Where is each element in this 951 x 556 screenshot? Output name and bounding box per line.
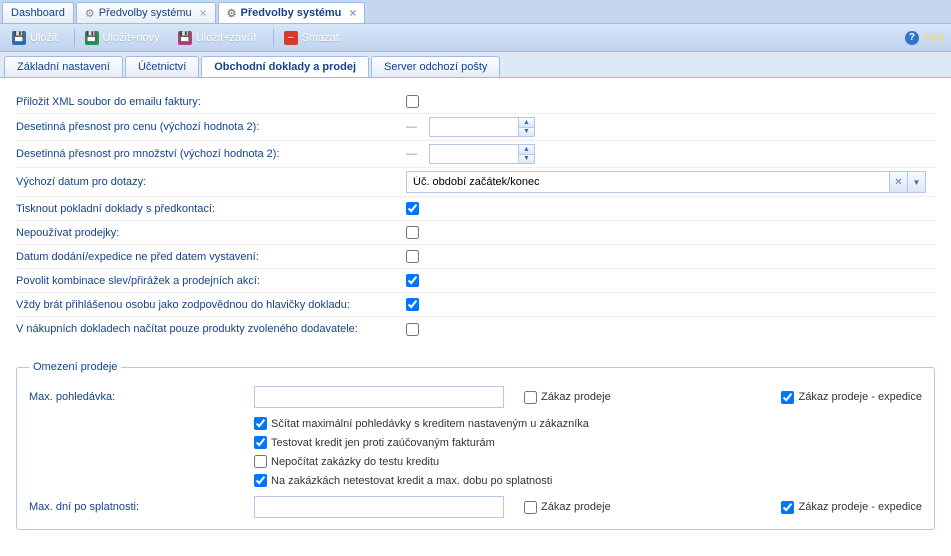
chevron-down-icon[interactable]: ▼ xyxy=(908,171,926,193)
close-icon[interactable]: × xyxy=(200,6,207,20)
checkbox-label: Na zakázkách netestovat kredit a max. do… xyxy=(271,475,552,487)
save-close-icon: 💾 xyxy=(178,31,192,45)
combo-default-date[interactable]: ✕ ▼ xyxy=(406,171,926,193)
faq-link[interactable]: ? FAQ xyxy=(905,31,945,45)
checkbox-allow-discounts[interactable] xyxy=(406,274,419,287)
spinner-qty-precision[interactable]: ▲ ▼ xyxy=(429,144,535,164)
tab-sales-docs[interactable]: Obchodní doklady a prodej xyxy=(201,56,369,77)
tab-accounting[interactable]: Účetnictví xyxy=(125,56,199,77)
dash: — xyxy=(406,121,417,133)
help-icon: ? xyxy=(905,31,919,45)
chevron-down-icon[interactable]: ▼ xyxy=(519,128,534,137)
checkbox-no-count[interactable] xyxy=(254,455,267,468)
checkbox-sum-max[interactable] xyxy=(254,417,267,430)
checkbox-label: Sčítat maximální pohledávky s kreditem n… xyxy=(271,418,589,430)
gear-icon: ⚙ xyxy=(85,7,95,20)
checkbox-no-prodejky[interactable] xyxy=(406,226,419,239)
settings-panel: Přiložit XML soubor do emailu faktury: D… xyxy=(0,78,951,556)
label-max-claim: Max. pohledávka: xyxy=(29,391,254,403)
checkbox-sum-max-wrap[interactable]: Sčítat maximální pohledávky s kreditem n… xyxy=(254,417,922,430)
checkbox-ban-sale2-wrap[interactable]: Zákaz prodeje xyxy=(524,501,611,514)
save-icon: 💾 xyxy=(12,31,26,45)
input-max-claim[interactable] xyxy=(254,386,504,408)
label-allow-discounts: Povolit kombinace slev/přirážek a prodej… xyxy=(16,275,406,287)
chevron-up-icon[interactable]: ▲ xyxy=(519,145,534,155)
label-attach-xml: Přiložit XML soubor do emailu faktury: xyxy=(16,96,406,108)
label-responsible-person: Vždy brát přihlášenou osobu jako zodpově… xyxy=(16,299,406,311)
checkbox-responsible-person[interactable] xyxy=(406,298,419,311)
save-new-icon: 💾 xyxy=(85,31,99,45)
save-button[interactable]: 💾 Uložit xyxy=(6,29,64,47)
checkbox-test-credit[interactable] xyxy=(254,436,267,449)
label-no-prodejky: Nepoužívat prodejky: xyxy=(16,227,406,239)
legend-sales-limit: Omezení prodeje xyxy=(29,361,121,373)
window-tabbar: Dashboard ⚙ Předvolby systému × ⚙ Předvo… xyxy=(0,0,951,24)
delete-icon: – xyxy=(284,31,298,45)
label-supplier-products: V nákupních dokladech načítat pouze prod… xyxy=(16,323,406,335)
tab-smtp[interactable]: Server odchozí pošty xyxy=(371,56,500,77)
tab-label: Dashboard xyxy=(11,7,65,19)
button-label: Uložit+nový xyxy=(103,32,160,44)
label-max-days: Max. dní po splatnosti: xyxy=(29,501,254,513)
checkbox-no-test-orders-wrap[interactable]: Na zakázkách netestovat kredit a max. do… xyxy=(254,474,922,487)
checkbox-delivery-date[interactable] xyxy=(406,250,419,263)
input-max-days[interactable] xyxy=(254,496,504,518)
chevron-up-icon[interactable]: ▲ xyxy=(519,118,534,128)
tab-label: Předvolby systému xyxy=(241,7,342,19)
checkbox-test-credit-wrap[interactable]: Testovat kredit jen proti zaúčovaným fak… xyxy=(254,436,922,449)
checkbox-label: Testovat kredit jen proti zaúčovaným fak… xyxy=(271,437,495,449)
checkbox-ban-sale-exp2-wrap[interactable]: Zákaz prodeje - expedice xyxy=(781,501,922,514)
spinner-price-precision[interactable]: ▲ ▼ xyxy=(429,117,535,137)
button-label: Uložit+zavřít xyxy=(196,32,257,44)
delete-button[interactable]: – Smazat xyxy=(278,29,345,47)
chevron-down-icon[interactable]: ▼ xyxy=(519,155,534,164)
checkbox-attach-xml[interactable] xyxy=(406,95,419,108)
settings-tabbar: Základní nastavení Účetnictví Obchodní d… xyxy=(0,52,951,78)
spinner-input[interactable] xyxy=(429,117,519,137)
label-delivery-date: Datum dodání/expedice ne před datem vyst… xyxy=(16,251,406,263)
button-label: Uložit xyxy=(30,32,58,44)
checkbox-print-pokladni[interactable] xyxy=(406,202,419,215)
fieldset-sales-limit: Omezení prodeje Max. pohledávka: Zákaz p… xyxy=(16,361,935,530)
close-icon[interactable]: × xyxy=(349,6,356,20)
checkbox-label: Zákaz prodeje - expedice xyxy=(798,391,922,403)
gear-icon: ⚙ xyxy=(227,7,237,20)
checkbox-no-count-wrap[interactable]: Nepočítat zakázky do testu kreditu xyxy=(254,455,922,468)
checkbox-ban-sale2[interactable] xyxy=(524,501,537,514)
checkbox-ban-sale-exp2[interactable] xyxy=(781,501,794,514)
clear-icon[interactable]: ✕ xyxy=(890,171,908,193)
save-close-button[interactable]: 💾 Uložit+zavřít xyxy=(172,29,263,47)
checkbox-ban-sale-wrap[interactable]: Zákaz prodeje xyxy=(524,391,611,404)
label-default-date: Výchozí datum pro dotazy: xyxy=(16,176,406,188)
separator xyxy=(273,29,274,47)
checkbox-label: Zákaz prodeje xyxy=(541,391,611,403)
faq-label: FAQ xyxy=(923,32,945,44)
dash: — xyxy=(406,148,417,160)
toolbar: 💾 Uložit 💾 Uložit+nový 💾 Uložit+zavřít –… xyxy=(0,24,951,52)
label-print-pokladni: Tisknout pokladní doklady s předkontací: xyxy=(16,203,406,215)
spinner-input[interactable] xyxy=(429,144,519,164)
label-qty-precision: Desetinná přesnost pro množství (výchozí… xyxy=(16,148,406,160)
tab-basic-settings[interactable]: Základní nastavení xyxy=(4,56,123,77)
tab-dashboard[interactable]: Dashboard xyxy=(2,2,74,23)
save-new-button[interactable]: 💾 Uložit+nový xyxy=(79,29,166,47)
tab-predvolby-1[interactable]: ⚙ Předvolby systému × xyxy=(76,2,216,23)
checkbox-label: Zákaz prodeje - expedice xyxy=(798,501,922,513)
checkbox-label: Nepočítat zakázky do testu kreditu xyxy=(271,456,439,468)
checkbox-ban-sale-exp[interactable] xyxy=(781,391,794,404)
tab-predvolby-2[interactable]: ⚙ Předvolby systému × xyxy=(218,2,366,23)
label-price-precision: Desetinná přesnost pro cenu (výchozí hod… xyxy=(16,121,406,133)
checkbox-supplier-products[interactable] xyxy=(406,323,419,336)
checkbox-ban-sale-exp-wrap[interactable]: Zákaz prodeje - expedice xyxy=(781,391,922,404)
button-label: Smazat xyxy=(302,32,339,44)
checkbox-no-test-orders[interactable] xyxy=(254,474,267,487)
checkbox-ban-sale[interactable] xyxy=(524,391,537,404)
tab-label: Předvolby systému xyxy=(99,7,192,19)
separator xyxy=(74,29,75,47)
checkbox-label: Zákaz prodeje xyxy=(541,501,611,513)
combo-input[interactable] xyxy=(406,171,890,193)
